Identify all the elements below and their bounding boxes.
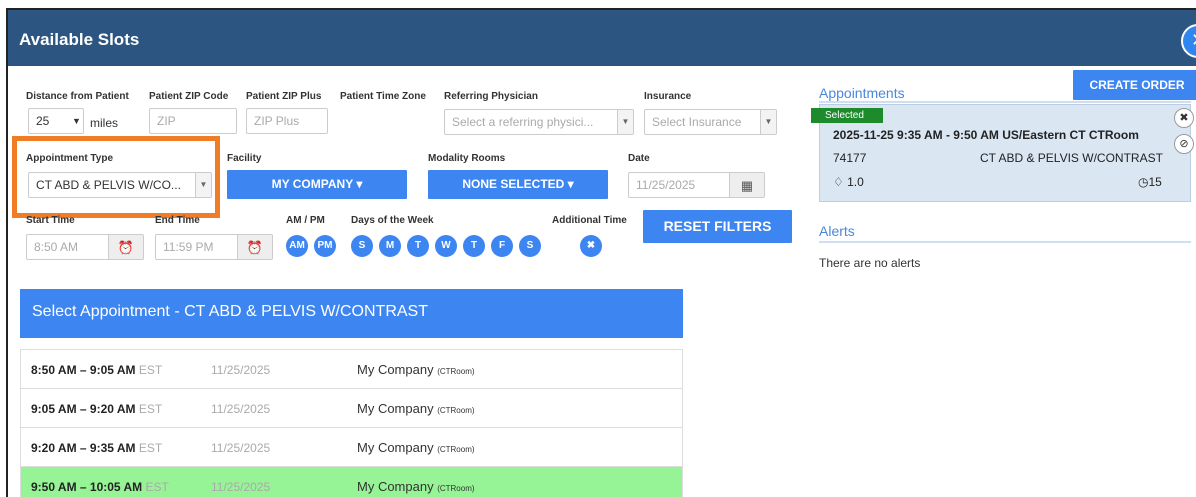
additional-time-label: Additional Time [552, 215, 627, 226]
slot-facility: My Company (CTRoom) [357, 401, 475, 416]
am-toggle[interactable]: AM [286, 235, 308, 257]
cancel-icon[interactable]: ⊘ [1174, 134, 1194, 154]
reset-filters-button[interactable]: RESET FILTERS [643, 210, 792, 243]
distance-label: Distance from Patient [26, 91, 129, 102]
day-toggle-tuesday[interactable]: T [407, 235, 429, 257]
close-icon[interactable]: ✕ [1181, 24, 1196, 58]
insurance-label: Insurance [644, 91, 692, 102]
appointment-rvu: ♢ 1.0 [833, 175, 864, 189]
day-toggle-sunday[interactable]: S [351, 235, 373, 257]
alerts-divider [819, 241, 1191, 243]
slots-table: 8:50 AM – 9:05 AM EST 11/25/2025 My Comp… [20, 349, 683, 497]
zip-input[interactable]: ZIP [149, 108, 237, 134]
distance-value: 25 [36, 114, 50, 128]
timezone-label: Patient Time Zone [340, 91, 426, 102]
slot-facility: My Company (CTRoom) [357, 440, 475, 455]
clear-icon[interactable]: ✖ [580, 235, 602, 257]
slot-date: 11/25/2025 [211, 363, 271, 377]
appointment-type-highlight [12, 136, 220, 218]
referring-physician-label: Referring Physician [444, 91, 538, 102]
appointments-divider [819, 101, 1191, 103]
distance-select[interactable]: 25 ▼ [28, 108, 84, 134]
facility-label: Facility [227, 153, 262, 164]
selected-badge: Selected [811, 108, 883, 123]
zip-label: Patient ZIP Code [149, 91, 229, 102]
day-toggle-monday[interactable]: M [379, 235, 401, 257]
slot-row[interactable]: 8:50 AM – 9:05 AM EST 11/25/2025 My Comp… [21, 350, 682, 389]
slot-time: 9:50 AM – 10:05 AM EST [31, 480, 169, 494]
alerts-heading: Alerts [819, 223, 855, 239]
alerts-message: There are no alerts [819, 256, 921, 270]
remove-icon[interactable]: ✖ [1174, 108, 1194, 128]
end-time-label: End Time [155, 215, 200, 226]
start-time-value: 8:50 AM [34, 240, 79, 254]
slot-date: 11/25/2025 [211, 480, 271, 494]
calendar-icon[interactable]: ▦ [729, 173, 764, 197]
insurance-placeholder: Select Insurance [652, 115, 742, 129]
end-time-value: 11:59 PM [163, 240, 214, 254]
appointment-code: 74177 [833, 151, 867, 165]
days-of-week-label: Days of the Week [351, 215, 434, 226]
date-label: Date [628, 153, 650, 164]
slot-row[interactable]: 9:20 AM – 9:35 AM EST 11/25/2025 My Comp… [21, 428, 682, 467]
available-slots-dialog: Available Slots ✕ Distance from Patient … [6, 8, 1196, 497]
modality-rooms-label: Modality Rooms [428, 153, 506, 164]
slot-date: 11/25/2025 [211, 441, 271, 455]
dialog-title: Available Slots [19, 30, 140, 49]
caret-down-icon: ▼ [760, 110, 776, 134]
referring-physician-select[interactable]: Select a referring physici... ▼ [444, 109, 634, 135]
slot-time: 9:20 AM – 9:35 AM EST [31, 441, 163, 455]
dialog-titlebar: Available Slots ✕ [8, 10, 1196, 66]
day-toggle-thursday[interactable]: T [463, 235, 485, 257]
slot-date: 11/25/2025 [211, 402, 271, 416]
slot-time: 8:50 AM – 9:05 AM EST [31, 363, 163, 377]
zip-plus-input[interactable]: ZIP Plus [246, 108, 328, 134]
slot-row[interactable]: 9:05 AM – 9:20 AM EST 11/25/2025 My Comp… [21, 389, 682, 428]
referring-physician-placeholder: Select a referring physici... [452, 115, 594, 129]
appointment-description: CT ABD & PELVIS W/CONTRAST [980, 151, 1163, 165]
chevron-down-icon: ▼ [72, 116, 81, 126]
start-time-label: Start Time [26, 215, 75, 226]
distance-unit: miles [90, 116, 119, 130]
slot-facility: My Company (CTRoom) [357, 479, 475, 494]
clock-icon: ◷ [1138, 175, 1149, 189]
date-input[interactable]: 11/25/2025 ▦ [628, 172, 765, 198]
day-toggle-saturday[interactable]: S [519, 235, 541, 257]
units-icon: ♢ [833, 175, 844, 189]
day-toggle-wednesday[interactable]: W [435, 235, 457, 257]
create-order-button[interactable]: CREATE ORDER [1073, 70, 1196, 100]
slot-time: 9:05 AM – 9:20 AM EST [31, 402, 163, 416]
slots-header: Select Appointment - CT ABD & PELVIS W/C… [20, 289, 683, 338]
appointment-duration: ◷15 [1138, 175, 1162, 189]
date-value: 11/25/2025 [636, 178, 696, 192]
slot-row-selected[interactable]: 9:50 AM – 10:05 AM EST 11/25/2025 My Com… [21, 467, 682, 497]
start-time-input[interactable]: 8:50 AM ⏰ [26, 234, 144, 260]
modality-rooms-dropdown[interactable]: NONE SELECTED ▾ [428, 170, 608, 199]
clock-icon[interactable]: ⏰ [237, 235, 272, 259]
day-toggle-friday[interactable]: F [491, 235, 513, 257]
pm-toggle[interactable]: PM [314, 235, 336, 257]
facility-dropdown[interactable]: MY COMPANY ▾ [227, 170, 407, 199]
zip-plus-label: Patient ZIP Plus [246, 91, 322, 102]
am-pm-label: AM / PM [286, 215, 325, 226]
appointments-heading: Appointments [819, 85, 905, 101]
end-time-input[interactable]: 11:59 PM ⏰ [155, 234, 273, 260]
slot-facility: My Company (CTRoom) [357, 362, 475, 377]
insurance-select[interactable]: Select Insurance ▼ [644, 109, 777, 135]
clock-icon[interactable]: ⏰ [108, 235, 143, 259]
appointment-time: 2025-11-25 9:35 AM - 9:50 AM US/Eastern … [833, 128, 1139, 142]
caret-down-icon: ▼ [617, 110, 633, 134]
